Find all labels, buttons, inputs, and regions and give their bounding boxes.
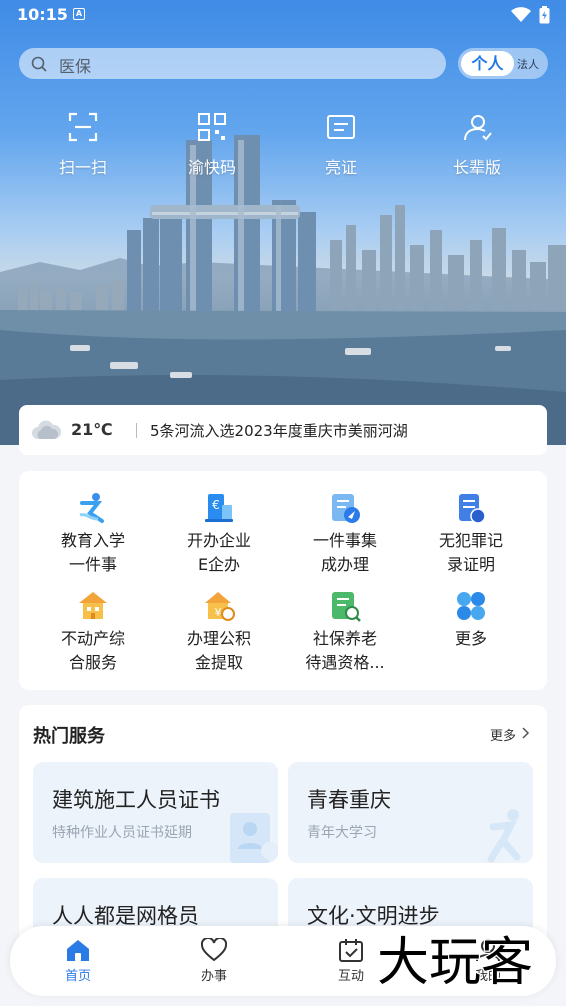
tile-title: 青春重庆 [307, 788, 391, 812]
svg-text:¥: ¥ [215, 606, 222, 619]
temperature: 21℃ [71, 420, 113, 439]
service-label: 无犯罪记 录证明 [438, 531, 503, 574]
cloudy-icon [32, 420, 62, 439]
news-headline[interactable]: 5条河流入选2023年度重庆市美丽河湖 [150, 420, 408, 441]
housing-fund-icon: ¥ [205, 592, 235, 621]
quick-action-show-id[interactable]: 亮证 [291, 112, 391, 178]
search-icon [31, 56, 47, 72]
heart-icon [201, 938, 227, 962]
education-icon [79, 493, 104, 523]
property-icon [79, 592, 107, 619]
service-social-security[interactable]: 社保养老 待遇资格... [279, 589, 411, 675]
elderly-mode-icon [464, 115, 492, 141]
worker-illustration-icon [230, 813, 278, 863]
svg-text:€: € [212, 498, 220, 512]
tile-subtitle: 特种作业人员证书延期 [52, 825, 192, 841]
quick-action-label: 长辈版 [452, 158, 501, 177]
divider [136, 423, 137, 438]
more-link[interactable]: 更多 [490, 725, 516, 744]
tile-subtitle: 青年大学习 [307, 825, 377, 841]
service-label: 教育入学 一件事 [60, 531, 125, 574]
service-enterprise[interactable]: € 开办企业 E企办 [153, 491, 285, 577]
svg-text:大玩客: 大玩客 [377, 933, 533, 993]
search-bar[interactable]: 医保 [19, 48, 446, 79]
battery-icon [539, 6, 550, 24]
bundle-icon [332, 494, 360, 523]
service-label: 不动产综 合服务 [60, 629, 125, 672]
toggle-personal[interactable]: 个人 [461, 51, 514, 76]
service-housing-fund[interactable]: ¥ 办理公积 金提取 [153, 589, 285, 675]
nav-services[interactable]: 办事 [174, 938, 254, 984]
tile-title: 建筑施工人员证书 [52, 788, 220, 812]
service-label: 办理公积 金提取 [186, 629, 251, 672]
service-label: 一件事集 成办理 [312, 531, 377, 574]
service-property[interactable]: 不动产综 合服务 [27, 589, 159, 675]
quick-action-scan[interactable]: 扫一扫 [33, 112, 133, 178]
service-label: 更多 [454, 629, 487, 648]
service-bundle[interactable]: 一件事集 成办理 [279, 491, 411, 577]
news-ticker[interactable]: 21℃ 5条河流入选2023年度重庆市美丽河湖 [19, 405, 547, 455]
runner-illustration-icon [487, 809, 521, 863]
watermark-logo: 大玩客 [376, 932, 535, 994]
scan-icon [68, 112, 98, 142]
service-education[interactable]: 教育入学 一件事 [27, 491, 159, 577]
enterprise-icon: € [205, 494, 233, 522]
status-time: 10:15 [17, 5, 68, 24]
service-grid: 教育入学 一件事 € 开办企业 E企办 一件事集 成办理 无犯罪记 录证明 不动… [19, 471, 547, 690]
search-input[interactable]: 医保 [59, 53, 91, 77]
quick-action-label: 扫一扫 [58, 158, 107, 177]
wifi-icon [511, 7, 531, 22]
service-label: 开办企业 E企办 [186, 531, 251, 574]
quick-action-elderly[interactable]: 长辈版 [427, 112, 527, 178]
home-icon [67, 940, 89, 961]
status-bar: 10:15 A [0, 0, 566, 30]
hot-services-section: 热门服务 更多 建筑施工人员证书 特种作业人员证书延期 青春重庆 青年大学习 人… [19, 705, 547, 945]
identity-toggle[interactable]: 个人 法人 [458, 48, 548, 79]
nav-label: 办事 [200, 969, 227, 984]
quick-action-qrcode[interactable]: 渝快码 [162, 112, 262, 178]
nav-home[interactable]: 首页 [38, 938, 118, 984]
hot-service-tile[interactable]: 建筑施工人员证书 特种作业人员证书延期 [33, 762, 278, 863]
calendar-check-icon [339, 939, 363, 962]
service-label: 社保养老 待遇资格... [305, 629, 385, 672]
quick-action-label: 亮证 [324, 158, 357, 177]
social-security-icon [332, 592, 361, 622]
id-card-icon [327, 115, 355, 139]
hot-service-tile[interactable]: 青春重庆 青年大学习 [288, 762, 533, 863]
qr-code-icon [198, 113, 226, 141]
more-grid-icon [457, 592, 485, 620]
service-no-criminal-record[interactable]: 无犯罪记 录证明 [405, 491, 537, 577]
service-more[interactable]: 更多 [405, 589, 537, 651]
section-title: 热门服务 [33, 726, 105, 747]
certificate-icon [459, 494, 486, 524]
chevron-right-icon[interactable] [522, 727, 530, 739]
toggle-legal-person[interactable]: 法人 [517, 56, 539, 72]
notification-badge-icon: A [73, 8, 85, 20]
nav-label: 首页 [64, 969, 91, 984]
quick-action-label: 渝快码 [187, 158, 236, 177]
